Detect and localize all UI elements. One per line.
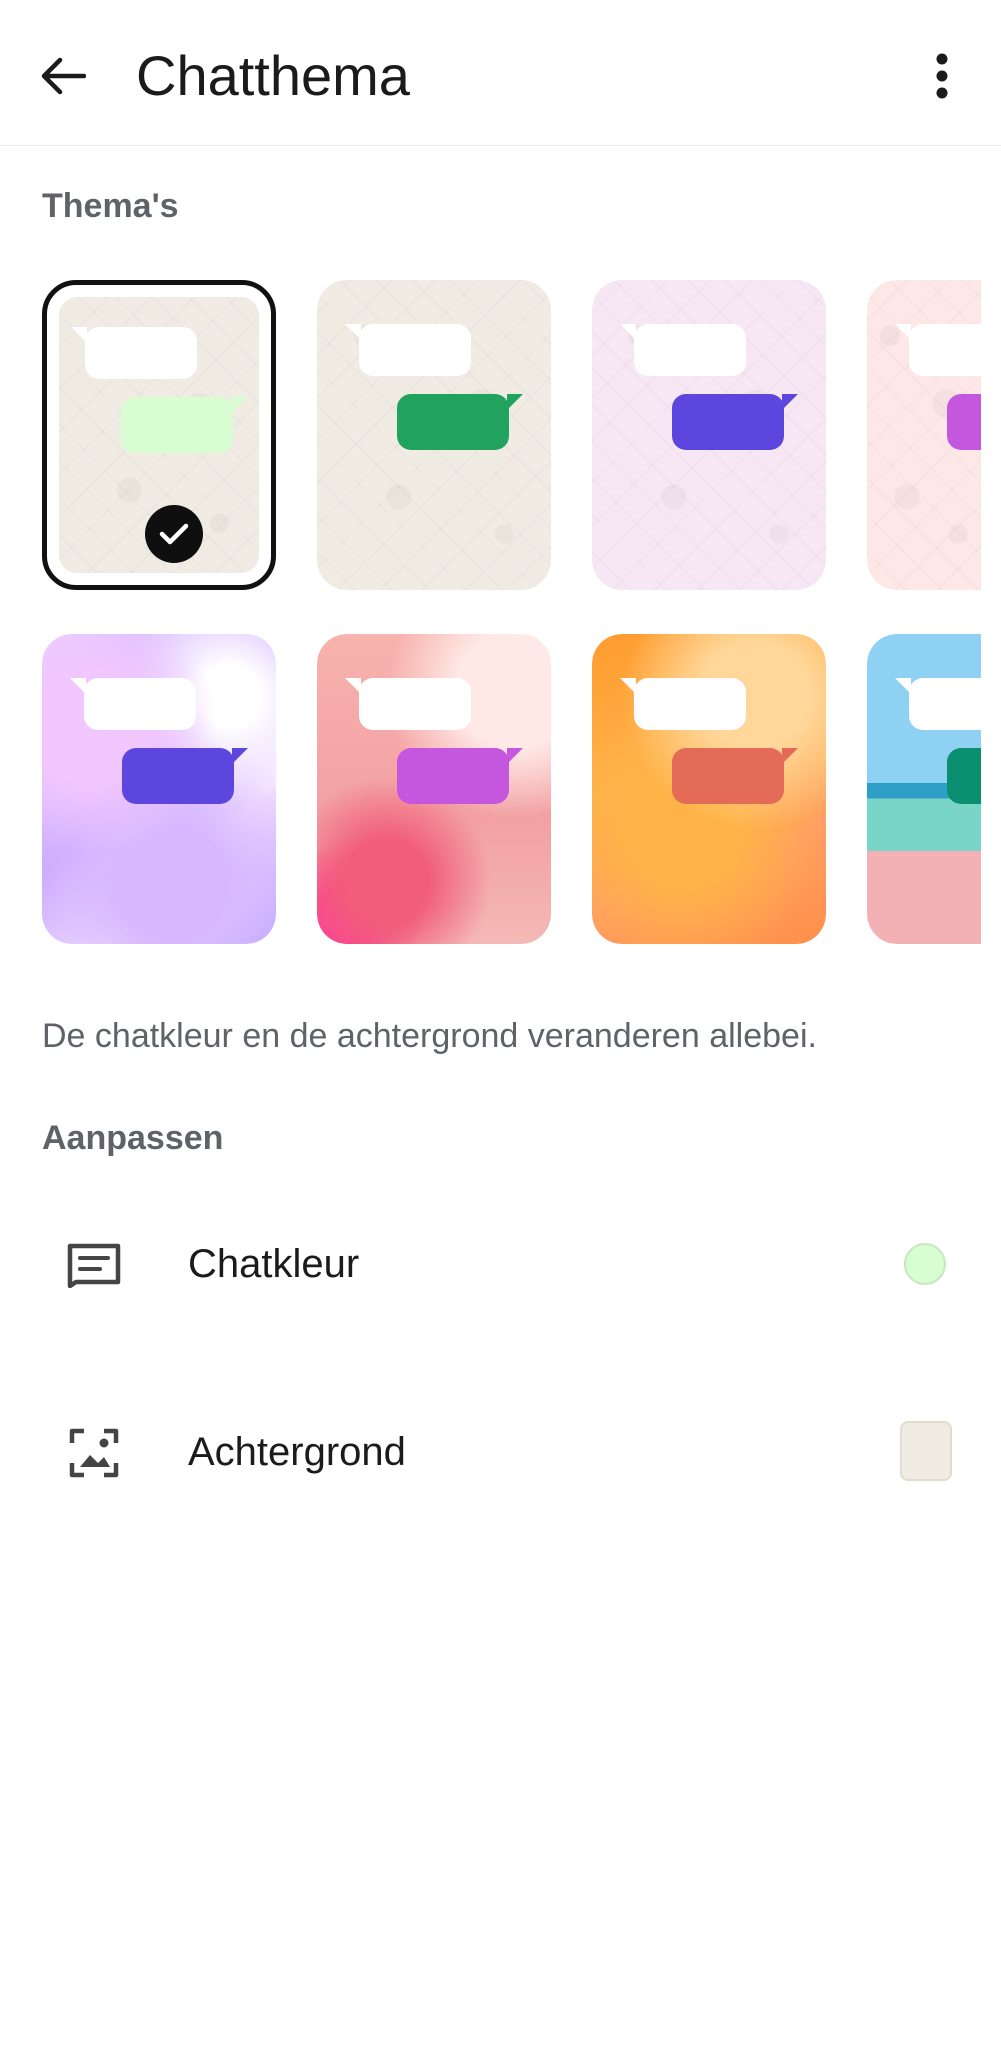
incoming-bubble bbox=[895, 678, 981, 730]
theme-card-beach[interactable] bbox=[867, 634, 981, 944]
customize-section-label: Aanpassen bbox=[42, 1119, 224, 1157]
wallpaper-label: Achtergrond bbox=[188, 1430, 406, 1474]
themes-section-label: Thema's bbox=[42, 187, 179, 225]
incoming-bubble bbox=[895, 324, 981, 376]
outgoing-bubble bbox=[397, 748, 523, 804]
wallpaper-icon bbox=[64, 1423, 124, 1483]
theme-preview bbox=[317, 280, 551, 590]
page-title: Chatthema bbox=[136, 44, 410, 107]
theme-preview bbox=[317, 634, 551, 944]
wallpaper-swatch bbox=[900, 1421, 952, 1481]
wallpaper-row[interactable]: Achtergrond bbox=[0, 1378, 1001, 1528]
outgoing-bubble bbox=[121, 397, 247, 453]
theme-preview bbox=[867, 280, 981, 590]
top-app-bar: Chatthema bbox=[0, 0, 1001, 146]
incoming-bubble bbox=[620, 324, 746, 376]
theme-card-blue-violet[interactable] bbox=[592, 280, 826, 590]
incoming-bubble bbox=[620, 678, 746, 730]
theme-card-purple[interactable] bbox=[867, 280, 981, 590]
theme-card-default[interactable] bbox=[42, 280, 276, 590]
theme-preview bbox=[59, 297, 259, 573]
incoming-bubble bbox=[345, 678, 471, 730]
outgoing-bubble bbox=[122, 748, 248, 804]
chat-color-swatch bbox=[904, 1243, 946, 1285]
incoming-bubble bbox=[345, 324, 471, 376]
theme-card-holographic[interactable] bbox=[42, 634, 276, 944]
theme-card-orange-smoke[interactable] bbox=[592, 634, 826, 944]
chat-color-label: Chatkleur bbox=[188, 1242, 360, 1286]
chat-bubble-icon bbox=[64, 1235, 124, 1295]
selected-check-badge bbox=[145, 505, 203, 563]
chat-color-row[interactable]: Chatkleur bbox=[0, 1190, 1001, 1340]
outgoing-bubble bbox=[947, 748, 981, 804]
more-options-button[interactable] bbox=[912, 40, 972, 112]
incoming-bubble bbox=[70, 678, 196, 730]
outgoing-bubble bbox=[672, 748, 798, 804]
theme-preview bbox=[592, 280, 826, 590]
checkmark-icon bbox=[159, 523, 189, 545]
theme-preview bbox=[867, 634, 981, 944]
outgoing-bubble bbox=[947, 394, 981, 450]
theme-preview bbox=[592, 634, 826, 944]
theme-card-pink-flowers[interactable] bbox=[317, 634, 551, 944]
incoming-bubble bbox=[71, 327, 197, 379]
back-button[interactable] bbox=[30, 38, 96, 114]
more-vertical-icon bbox=[936, 53, 948, 99]
arrow-left-icon bbox=[41, 57, 86, 95]
theme-description: De chatkleur en de achtergrond verandere… bbox=[42, 1017, 817, 1055]
outgoing-bubble bbox=[672, 394, 798, 450]
theme-card-green[interactable] bbox=[317, 280, 551, 590]
outgoing-bubble bbox=[397, 394, 523, 450]
theme-preview bbox=[42, 634, 276, 944]
